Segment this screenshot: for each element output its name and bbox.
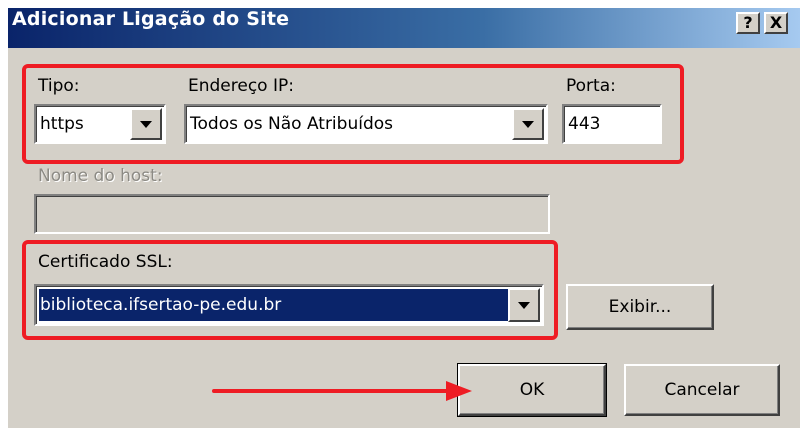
view-certificate-button[interactable]: Exibir... (566, 284, 714, 330)
cancel-button[interactable]: Cancelar (624, 364, 780, 416)
host-input (34, 194, 550, 234)
annotation-arrow-icon (212, 381, 472, 401)
annotation-box-binding (22, 64, 684, 164)
help-button[interactable]: ? (736, 12, 760, 34)
dialog-title: Adicionar Ligação do Site (12, 8, 290, 30)
annotation-box-ssl (22, 240, 558, 340)
close-button[interactable]: X (764, 12, 788, 34)
host-label: Nome do host: (38, 166, 163, 186)
ok-button[interactable]: OK (457, 363, 607, 417)
